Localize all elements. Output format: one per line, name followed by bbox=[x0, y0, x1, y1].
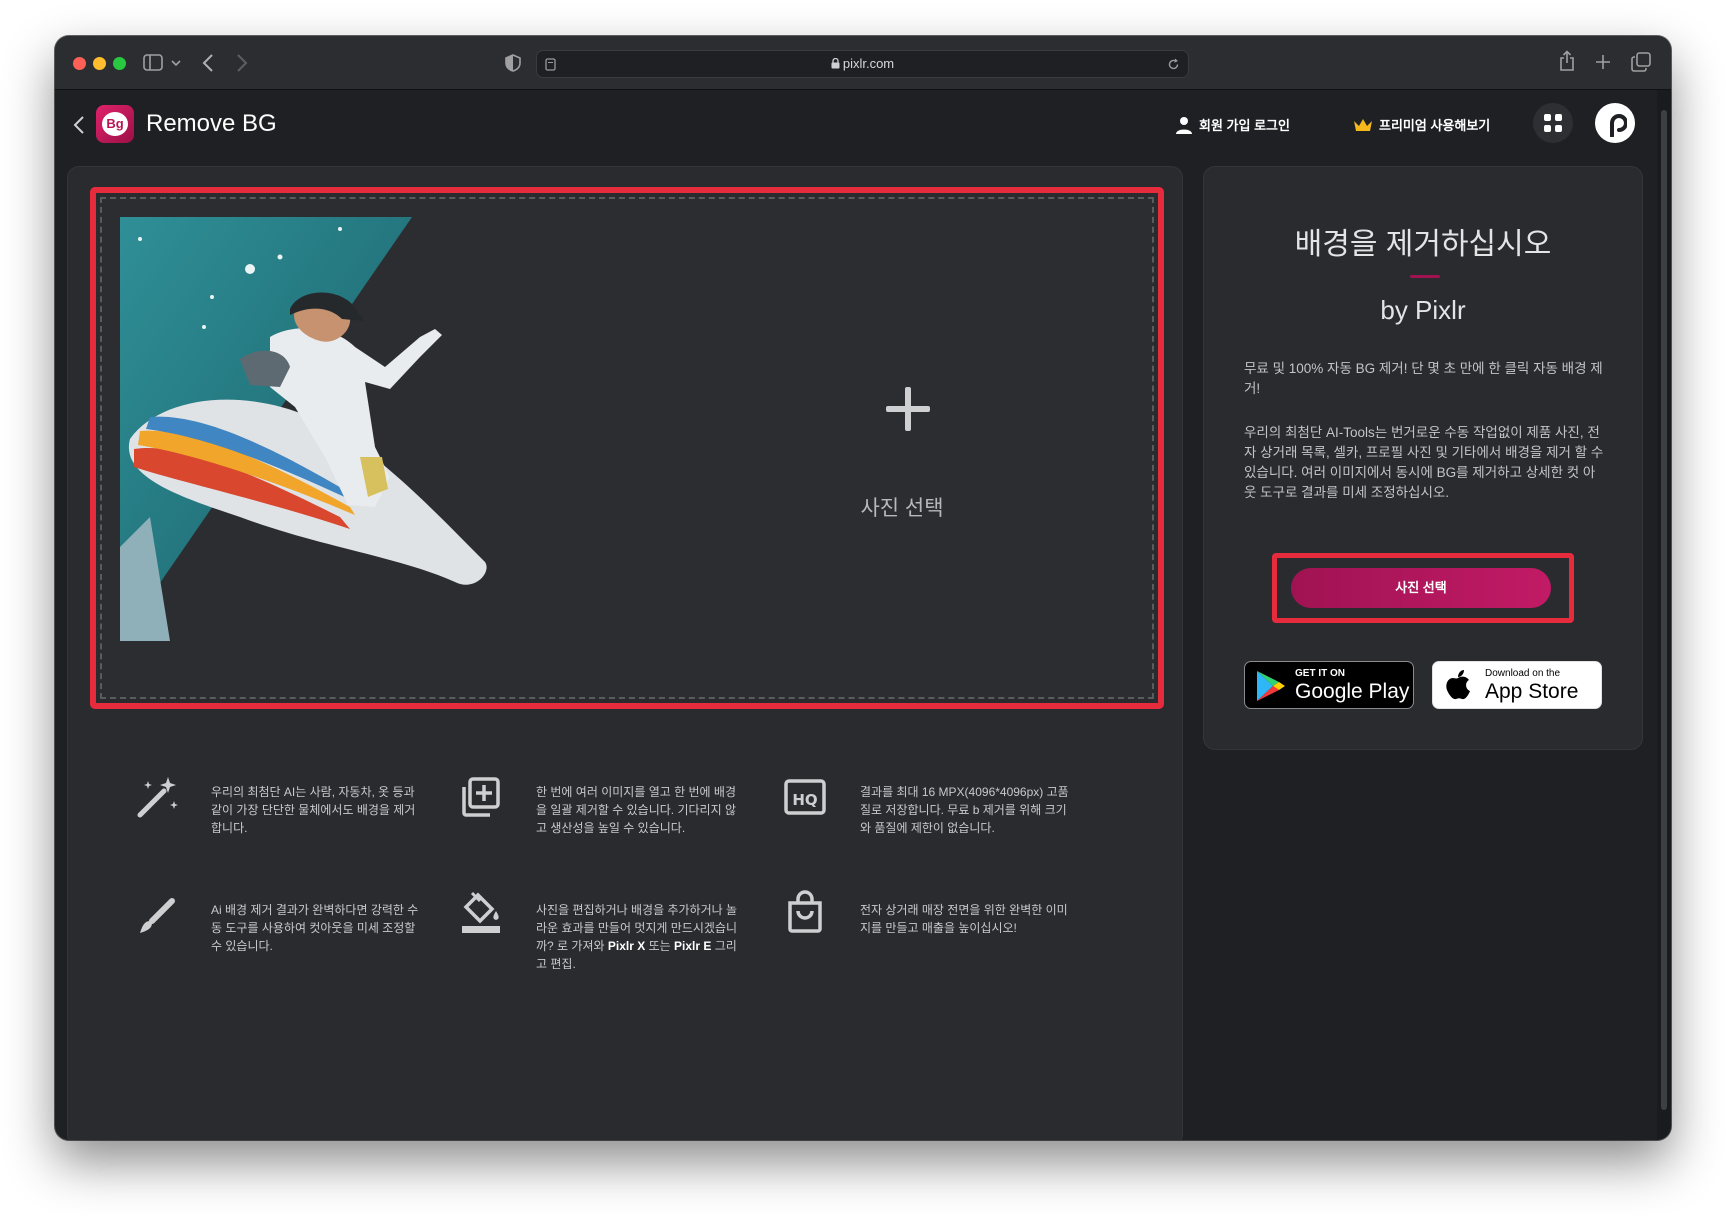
hq-icon-label: HQ bbox=[792, 791, 817, 809]
reload-icon[interactable] bbox=[1167, 58, 1180, 71]
crown-icon bbox=[1354, 119, 1372, 131]
signup-login-button[interactable]: 회원 가입 로그인 bbox=[1175, 115, 1290, 134]
pixlr-x-link[interactable]: Pixlr X bbox=[608, 939, 645, 953]
app-title: Remove BG bbox=[146, 110, 277, 137]
premium-label: 프리미엄 사용해보기 bbox=[1379, 118, 1491, 133]
scrollbar-thumb[interactable] bbox=[1661, 110, 1667, 1110]
hq-icon: HQ bbox=[784, 779, 826, 815]
browser-window: pixlr.com Bg Remove BG 회원 가입 로그인 프리미엄 사용… bbox=[55, 36, 1671, 1140]
choose-photo-highlight: 사진 선택 bbox=[1272, 553, 1574, 623]
choose-photo-label[interactable]: 사진 선택 bbox=[802, 492, 1002, 522]
main-panel: 사진 선택 우리의 최첨단 AI는 사람, 자동차, 옷 등과 같이 가장 단단… bbox=[67, 166, 1183, 1140]
app-store-small-label: Download on the bbox=[1485, 668, 1561, 679]
side-title: 배경을 제거하십시오 bbox=[1294, 228, 1552, 261]
app-logo: Bg bbox=[96, 105, 134, 143]
apple-icon bbox=[1446, 670, 1470, 700]
side-subtitle: by Pixlr bbox=[1380, 295, 1466, 325]
url-label: pixlr.com bbox=[842, 56, 895, 71]
magic-wand-icon bbox=[137, 777, 178, 818]
chevron-down-icon[interactable] bbox=[171, 58, 181, 68]
scrollbar[interactable] bbox=[1657, 90, 1671, 1140]
google-play-small-label: GET IT ON bbox=[1295, 668, 1345, 679]
pixlr-logo-icon bbox=[1610, 114, 1627, 137]
close-window-button[interactable] bbox=[73, 57, 86, 70]
feature-hq-text: 결과를 최대 16 MPX(4096*4096px) 고품질로 저장합니다. 무… bbox=[860, 785, 1069, 835]
feature-edit-text: 사진을 편집하거나 배경을 추가하거나 놀라운 효과를 만들어 멋지게 만드시겠… bbox=[536, 901, 746, 973]
back-icon[interactable] bbox=[201, 53, 215, 73]
address-bar[interactable]: pixlr.com bbox=[536, 50, 1189, 78]
apps-grid-button[interactable] bbox=[1533, 103, 1573, 143]
side-description-1: 무료 및 100% 자동 BG 제거! 단 몇 초 만에 한 클릭 자동 배경 … bbox=[1244, 361, 1603, 396]
premium-button[interactable]: 프리미엄 사용해보기 bbox=[1353, 115, 1490, 134]
share-icon[interactable] bbox=[1559, 50, 1575, 72]
title-divider bbox=[1410, 275, 1440, 278]
shield-icon[interactable] bbox=[505, 54, 521, 72]
pixlr-account-button[interactable] bbox=[1595, 103, 1635, 143]
app-store-badge[interactable]: Download on the App Store bbox=[1432, 661, 1602, 709]
upload-dropzone[interactable]: 사진 선택 bbox=[100, 197, 1154, 699]
feature-ecommerce-text: 전자 상거래 매장 전면을 위한 완벽한 이미지를 만들고 매출을 높이십시오! bbox=[860, 903, 1068, 935]
minimize-window-button[interactable] bbox=[93, 57, 106, 70]
pixlr-e-link[interactable]: Pixlr E bbox=[674, 939, 711, 953]
signup-login-label: 회원 가입 로그인 bbox=[1199, 118, 1290, 133]
side-description-2: 우리의 최첨단 AI-Tools는 번거로운 수동 작업없이 제품 사진, 전자… bbox=[1244, 425, 1604, 500]
feature-manual-text: Ai 배경 제거 결과가 완벽하다면 강력한 수동 도구를 사용하여 컷아웃을 … bbox=[211, 903, 419, 953]
lock-icon bbox=[831, 57, 840, 69]
new-tab-icon[interactable] bbox=[1595, 54, 1611, 70]
brush-icon bbox=[140, 898, 175, 933]
url-text: pixlr.com bbox=[537, 56, 1188, 71]
google-play-badge[interactable]: GET IT ON Google Play bbox=[1244, 661, 1414, 709]
tabs-icon[interactable] bbox=[1631, 52, 1651, 72]
batch-add-icon bbox=[462, 777, 500, 817]
shopping-bag-icon bbox=[788, 890, 822, 933]
app-logo-text: Bg bbox=[102, 112, 128, 136]
browser-toolbar: pixlr.com bbox=[55, 36, 1671, 90]
upload-dropzone-highlight: 사진 선택 bbox=[90, 187, 1164, 709]
add-photo-plus-icon[interactable] bbox=[886, 387, 930, 431]
snowboarder-sample-image bbox=[120, 217, 487, 641]
grid-icon bbox=[1544, 114, 1562, 132]
back-arrow-icon[interactable] bbox=[73, 115, 85, 135]
google-play-big-label: Google Play bbox=[1295, 680, 1410, 703]
feature-batch-text: 한 번에 여러 이미지를 열고 한 번에 배경을 일괄 제거할 수 있습니다. … bbox=[536, 785, 736, 835]
paint-bucket-icon bbox=[462, 891, 500, 933]
feature-edit-text-b: 또는 bbox=[645, 939, 674, 953]
sidebar-icon[interactable] bbox=[143, 53, 165, 73]
google-play-icon bbox=[1257, 671, 1285, 701]
forward-icon[interactable] bbox=[235, 53, 249, 73]
zoom-window-button[interactable] bbox=[113, 57, 126, 70]
app-store-big-label: App Store bbox=[1485, 680, 1579, 703]
user-icon bbox=[1176, 117, 1192, 134]
side-panel: 배경을 제거하십시오 by Pixlr 무료 및 100% 자동 BG 제거! … bbox=[1203, 166, 1643, 750]
app-header: Bg Remove BG 회원 가입 로그인 프리미엄 사용해보기 bbox=[55, 90, 1671, 158]
choose-photo-button[interactable]: 사진 선택 bbox=[1291, 568, 1551, 608]
feature-ai-text: 우리의 최첨단 AI는 사람, 자동차, 옷 등과 같이 가장 단단한 물체에서… bbox=[211, 785, 416, 835]
